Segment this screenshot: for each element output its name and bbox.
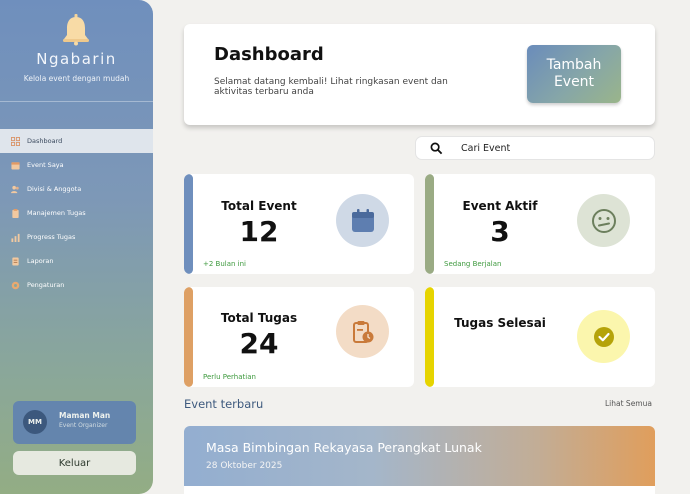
dashboard-header-card: Dashboard Selamat datang kembali! Lihat … [184, 24, 655, 125]
stat-note: +2 Bulan ini [203, 260, 247, 268]
stat-label: Total Event [221, 199, 297, 213]
user-name: Maman Man [59, 411, 111, 420]
stat-card-event-aktif[interactable]: Event Aktif 3 Sedang Berjalan [425, 174, 655, 274]
event-card-body [184, 486, 655, 494]
sidebar-item-label: Dashboard [27, 137, 63, 145]
avatar: MM [23, 410, 47, 434]
see-all-link[interactable]: Lihat Semua [605, 399, 652, 408]
brand-name: Ngabarin [36, 50, 117, 68]
stat-value: 3 [490, 215, 510, 248]
search-input[interactable]: Cari Event [461, 143, 510, 154]
sidebar-item-laporan[interactable]: Laporan [0, 249, 153, 273]
sidebar-item-label: Manajemen Tugas [27, 209, 86, 217]
sidebar-nav: Dashboard Event Saya Divisi & Anggota Ma… [0, 129, 153, 297]
stat-label: Event Aktif [462, 199, 538, 213]
sidebar-item-label: Event Saya [27, 161, 64, 169]
sidebar-item-dashboard[interactable]: Dashboard [0, 129, 153, 153]
sidebar-item-label: Laporan [27, 257, 54, 265]
sidebar-item-label: Pengaturan [27, 281, 65, 289]
confused-face-icon [577, 194, 630, 247]
gear-icon [11, 281, 20, 290]
stat-value: 24 [239, 327, 279, 360]
stat-label: Total Tugas [220, 311, 298, 325]
stat-card-total-event[interactable]: Total Event 12 +2 Bulan ini [184, 174, 414, 274]
accent-bar [425, 287, 434, 387]
sidebar-item-label: Divisi & Anggota [27, 185, 82, 193]
clipboard-icon [11, 208, 20, 218]
sidebar-divider [0, 101, 153, 102]
stat-value: 12 [239, 215, 279, 248]
sidebar-item-label: Progress Tugas [27, 233, 76, 241]
page-title: Dashboard [214, 44, 324, 65]
users-icon [11, 185, 20, 194]
stat-note: Perlu Perhatian [203, 373, 256, 381]
search-bar[interactable]: Cari Event [415, 136, 655, 160]
bar-chart-icon [11, 233, 20, 242]
bell-logo-icon [63, 14, 89, 46]
stat-note: Sedang Berjalan [444, 260, 502, 268]
sidebar: Ngabarin Kelola event dengan mudah Dashb… [0, 0, 153, 494]
welcome-text: Selamat datang kembali! Lihat ringkasan … [214, 77, 448, 97]
add-event-button[interactable]: Tambah Event [527, 45, 621, 103]
clipboard-clock-icon [336, 305, 389, 358]
sidebar-item-pengaturan[interactable]: Pengaturan [0, 273, 153, 297]
calendar-icon [11, 161, 20, 170]
logout-button[interactable]: Keluar [13, 451, 136, 475]
stat-card-total-tugas[interactable]: Total Tugas 24 Perlu Perhatian [184, 287, 414, 387]
brand-tagline: Kelola event dengan mudah [23, 74, 130, 83]
event-date: 28 Oktober 2025 [206, 461, 283, 471]
sidebar-item-divisi-anggota[interactable]: Divisi & Anggota [0, 177, 153, 201]
grid-icon [11, 136, 20, 146]
sidebar-item-event-saya[interactable]: Event Saya [0, 153, 153, 177]
search-icon [430, 142, 443, 155]
calendar-icon [336, 194, 389, 247]
user-profile-card[interactable]: MM Maman Man Event Organizer [13, 401, 136, 444]
sidebar-item-progress-tugas[interactable]: Progress Tugas [0, 225, 153, 249]
document-icon [11, 256, 20, 266]
check-circle-icon [577, 310, 630, 363]
recent-events-title: Event terbaru [184, 397, 264, 411]
event-name: Masa Bimbingan Rekayasa Perangkat Lunak [206, 440, 482, 455]
user-role: Event Organizer [59, 422, 108, 429]
event-card[interactable]: Masa Bimbingan Rekayasa Perangkat Lunak … [184, 426, 655, 486]
stat-card-tugas-selesai[interactable]: Tugas Selesai [425, 287, 655, 387]
stat-label: Tugas Selesai [454, 316, 546, 330]
sidebar-item-manajemen-tugas[interactable]: Manajemen Tugas [0, 201, 153, 225]
